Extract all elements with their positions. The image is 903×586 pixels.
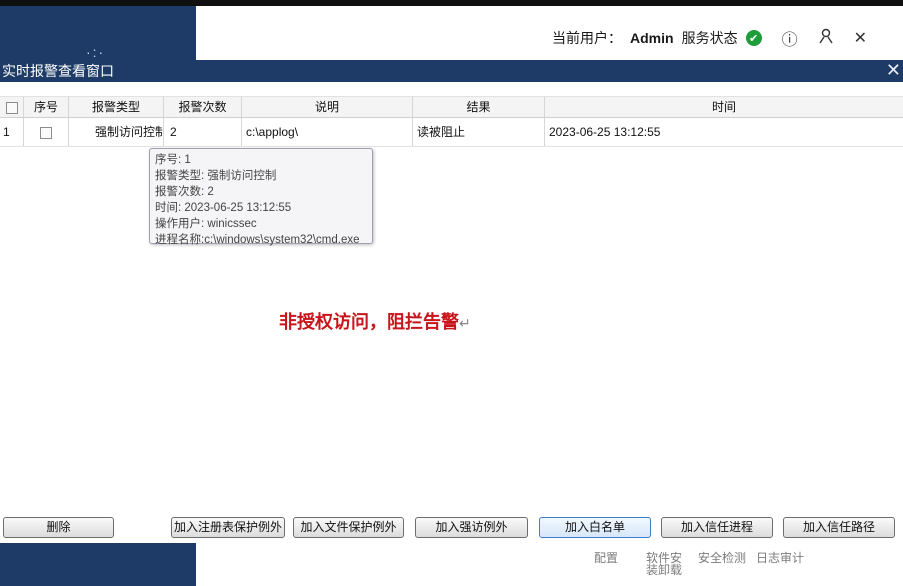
select-all-checkbox[interactable] — [5, 101, 18, 114]
header-select-all[interactable] — [0, 97, 24, 117]
add-mac-exception-button[interactable]: 加入强访例外 — [415, 517, 528, 538]
alarm-dialog: 实时报警查看窗口 ✕ 序号 报警类型 报警次数 说明 结果 时间 1 强制访问控… — [0, 60, 903, 543]
tooltip-type: 报警类型: 强制访问控制 — [155, 170, 277, 182]
close-app-icon[interactable]: ✕ — [854, 28, 867, 48]
add-trusted-path-button[interactable]: 加入信任路径 — [783, 517, 895, 538]
app-logo: ·:· — [86, 44, 106, 60]
row-checkbox-cell[interactable] — [24, 118, 69, 146]
notice-text: 非授权访问，阻拦告警 — [279, 312, 459, 332]
column-header-count[interactable]: 报警次数 — [164, 97, 242, 117]
nav-log-audit[interactable]: 日志审计 — [751, 552, 809, 576]
return-mark-icon: ↵ — [459, 315, 471, 331]
service-status-label: 服务状态 — [681, 30, 738, 46]
user-status-line: 当前用户： Admin 服务状态 ✔ ⓘ ✕ — [552, 26, 867, 50]
close-dialog-icon[interactable]: ✕ — [886, 59, 901, 81]
user-label: 当前用户： — [552, 30, 623, 46]
row-checkbox[interactable] — [40, 126, 52, 139]
row-desc: c:\applog\ — [242, 118, 413, 146]
tooltip-process: 进程名称:c:\windows\system32\cmd.exe — [155, 234, 360, 246]
tooltip-time: 时间: 2023-06-25 13:12:55 — [155, 202, 292, 214]
nav-security-check[interactable]: 安全检测 — [693, 552, 751, 576]
row-time: 2023-06-25 13:12:55 — [549, 125, 661, 139]
user-name: Admin — [630, 30, 674, 46]
bottom-nav: 配置 软件安装卸载 安全检测 日志审计 — [577, 552, 809, 576]
dialog-titlebar: 实时报警查看窗口 ✕ — [0, 60, 903, 82]
alarm-tooltip: 序号: 1 报警类型: 强制访问控制 报警次数: 2 时间: 2023-06-2… — [149, 148, 373, 246]
tooltip-index: 序号: 1 — [155, 154, 191, 166]
user-icon[interactable] — [818, 28, 834, 49]
info-icon[interactable]: ⓘ — [782, 26, 798, 50]
table-row[interactable]: 1 强制访问控制 2 c:\applog\ 读被阻止 2023-06-25 13… — [0, 118, 903, 147]
add-trusted-process-button[interactable]: 加入信任进程 — [661, 517, 773, 538]
tooltip-count: 报警次数: 2 — [155, 186, 214, 198]
tooltip-user: 操作用户: winicssec — [155, 218, 257, 230]
nav-config[interactable]: 配置 — [577, 552, 635, 576]
column-header-time[interactable]: 时间 — [545, 97, 903, 117]
row-type: 强制访问控制 — [69, 118, 164, 146]
table-header: 序号 报警类型 报警次数 说明 结果 时间 — [0, 96, 903, 118]
app-footer: 配置 软件安装卸载 安全检测 日志审计 — [196, 543, 903, 586]
add-whitelist-button[interactable]: 加入白名单 — [539, 517, 651, 538]
column-header-type[interactable]: 报警类型 — [69, 97, 164, 117]
column-header-result[interactable]: 结果 — [413, 97, 545, 117]
row-index: 1 — [0, 118, 24, 146]
delete-button[interactable]: 删除 — [3, 517, 114, 538]
row-count: 2 — [164, 118, 242, 146]
nav-software-install[interactable]: 软件安装卸载 — [643, 552, 685, 576]
column-header-desc[interactable]: 说明 — [242, 97, 413, 117]
add-file-exception-button[interactable]: 加入文件保护例外 — [293, 517, 404, 538]
alarm-notice: 非授权访问，阻拦告警↵ — [279, 308, 471, 334]
add-registry-exception-button[interactable]: 加入注册表保护例外 — [171, 517, 285, 538]
dialog-title: 实时报警查看窗口 — [2, 63, 114, 79]
app-header: 当前用户： Admin 服务状态 ✔ ⓘ ✕ — [196, 0, 903, 58]
top-strip — [0, 0, 196, 6]
row-result: 读被阻止 — [413, 118, 545, 146]
column-header-index[interactable]: 序号 — [24, 97, 69, 117]
status-ok-icon: ✔ — [745, 30, 762, 46]
